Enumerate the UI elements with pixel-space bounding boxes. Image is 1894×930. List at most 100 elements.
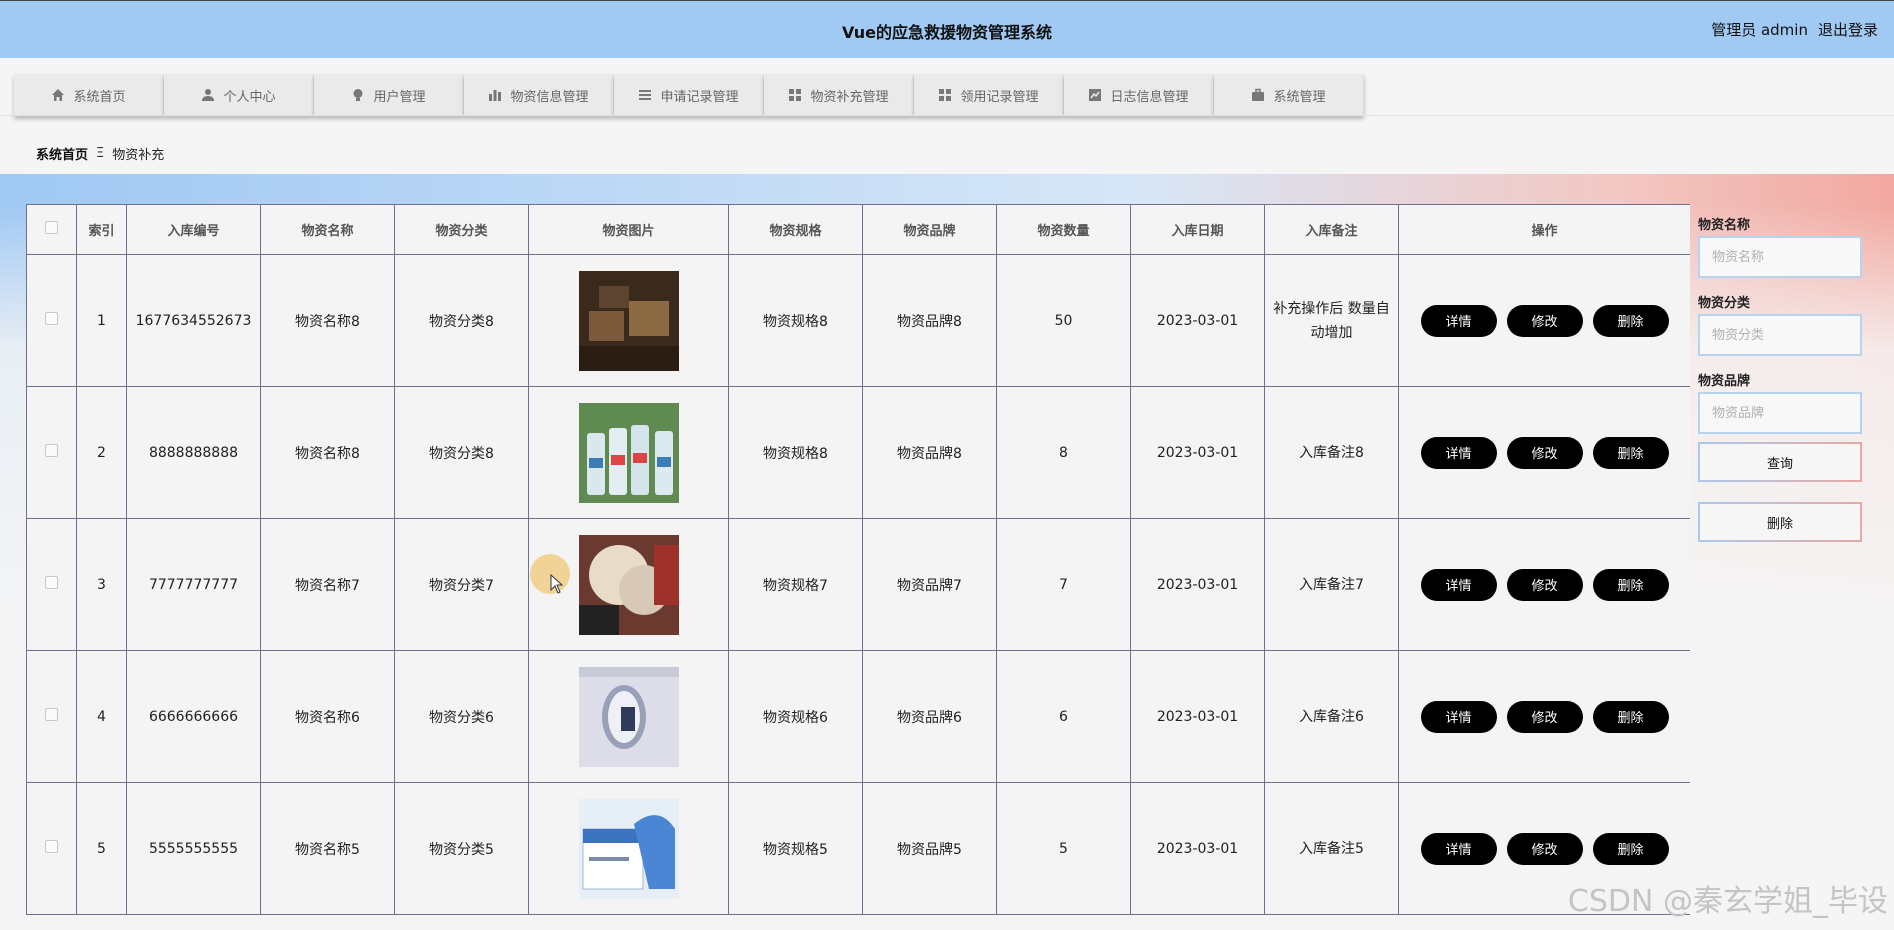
cell-index: 2 [76,386,127,519]
category-filter-label: 物资分类 [1698,296,1751,311]
cell-code: 5555555555 [126,782,261,915]
nav-label: 系统管理 [1273,89,1326,105]
detail-button[interactable]: 详情 [1420,832,1497,865]
name-filter-input[interactable] [1698,236,1862,278]
cell-code: 6666666666 [126,650,261,783]
cell-index: 5 [76,782,127,915]
nav-item-usage[interactable]: 领用记录管理 [914,74,1064,116]
mouse-cursor-icon [550,574,564,594]
watermark-text: CSDN @秦玄学姐_毕设 [1567,884,1888,919]
delete-button[interactable]: 删除 [1592,700,1669,733]
delete-button[interactable]: 删除 [1592,832,1669,865]
edit-button[interactable]: 修改 [1506,832,1583,865]
row-checkbox[interactable] [45,708,58,721]
material-image[interactable] [578,666,679,767]
cell-category: 物资分类8 [394,254,529,387]
cell-qty: 50 [996,254,1131,387]
table-row: 5 5555555555 物资名称5 物资分类5 物资规格5 物资品牌5 5 2… [26,782,1690,915]
cell-date: 2023-03-01 [1130,254,1265,387]
nav-label: 领用记录管理 [960,89,1039,105]
user-icon [201,88,215,102]
nav-label: 日志信息管理 [1110,89,1189,105]
table-row: 3 7777777777 物资名称7 物资分类7 物资规格7 物资品牌7 7 2… [26,518,1690,651]
detail-button[interactable]: 详情 [1420,436,1497,469]
brand-filter-input[interactable] [1698,392,1862,434]
column-header: 索引 [76,204,127,255]
column-header: 入库日期 [1130,204,1265,255]
cell-category: 物资分类6 [394,650,529,783]
search-button[interactable]: 查询 [1698,442,1862,482]
cell-name: 物资名称5 [260,782,395,915]
nav-item-replenish[interactable]: 物资补充管理 [764,74,914,116]
nav-label: 用户管理 [373,89,426,105]
nav-item-applications[interactable]: 申请记录管理 [614,74,764,116]
material-image[interactable] [578,534,679,635]
cell-spec: 物资规格6 [728,650,863,783]
select-all-checkbox[interactable] [45,221,58,234]
cell-code: 8888888888 [126,386,261,519]
material-image[interactable] [578,402,679,503]
material-image[interactable] [578,798,679,899]
list-icon [638,88,652,102]
cell-note: 入库备注7 [1264,518,1399,651]
nav-item-profile[interactable]: 个人中心 [164,74,314,116]
row-checkbox[interactable] [45,840,58,853]
line-chart-icon [1088,88,1102,102]
category-filter-input[interactable] [1698,314,1862,356]
breadcrumb-separator: Ξ [96,146,105,161]
grid-icon [788,88,802,102]
user-area: 管理员 admin 退出登录 [1711,19,1878,40]
nav-label: 个人中心 [223,89,276,105]
nav-item-logs[interactable]: 日志信息管理 [1064,74,1214,116]
column-header: 物资分类 [394,204,529,255]
cell-name: 物资名称8 [260,254,395,387]
row-checkbox[interactable] [45,312,58,325]
app-title: Vue的应急救援物资管理系统 [841,23,1053,42]
column-header: 物资图片 [528,204,729,255]
nav-item-home[interactable]: 系统首页 [14,74,164,116]
detail-button[interactable]: 详情 [1420,568,1497,601]
cell-spec: 物资规格5 [728,782,863,915]
batch-delete-button[interactable]: 删除 [1698,502,1862,542]
delete-button[interactable]: 删除 [1592,568,1669,601]
edit-button[interactable]: 修改 [1506,568,1583,601]
logout-link[interactable]: 退出登录 [1818,19,1878,40]
bulb-icon [351,88,365,102]
cell-note: 入库备注5 [1264,782,1399,915]
cell-qty: 7 [996,518,1131,651]
column-header: 入库编号 [126,204,261,255]
cell-category: 物资分类7 [394,518,529,651]
table-row: 2 8888888888 物资名称8 物资分类8 物资规格8 物资品牌8 8 2… [26,386,1690,519]
cell-brand: 物资品牌8 [862,386,997,519]
edit-button[interactable]: 修改 [1506,304,1583,337]
cell-category: 物资分类5 [394,782,529,915]
cell-spec: 物资规格8 [728,386,863,519]
nav-item-material-info[interactable]: 物资信息管理 [464,74,614,116]
row-checkbox[interactable] [45,444,58,457]
edit-button[interactable]: 修改 [1506,436,1583,469]
table-header-row: 索引 入库编号 物资名称 物资分类 物资图片 物资规格 物资品牌 物资数量 入库… [26,204,1690,255]
cell-note: 入库备注8 [1264,386,1399,519]
nav-label: 物资补充管理 [810,89,889,105]
breadcrumb: 系统首页 Ξ 物资补充 [36,144,164,163]
name-filter-label: 物资名称 [1698,218,1751,233]
delete-button[interactable]: 删除 [1592,436,1669,469]
detail-button[interactable]: 详情 [1420,700,1497,733]
cell-note: 入库备注6 [1264,650,1399,783]
breadcrumb-home[interactable]: 系统首页 [36,144,88,163]
column-header: 入库备注 [1264,204,1399,255]
column-header: 物资规格 [728,204,863,255]
detail-button[interactable]: 详情 [1420,304,1497,337]
cell-name: 物资名称7 [260,518,395,651]
row-checkbox[interactable] [45,576,58,589]
material-image[interactable] [578,270,679,371]
delete-button[interactable]: 删除 [1592,304,1669,337]
nav-item-system[interactable]: 系统管理 [1214,74,1364,116]
nav-item-users[interactable]: 用户管理 [314,74,464,116]
main-nav: 系统首页 个人中心 用户管理 物资信息管理 申请记录管理 物资补充管理 领用记录… [14,74,1364,116]
cell-name: 物资名称8 [260,386,395,519]
edit-button[interactable]: 修改 [1506,700,1583,733]
column-header: 操作 [1398,204,1690,255]
select-all-cell[interactable] [26,204,77,255]
cell-code: 7777777777 [126,518,261,651]
